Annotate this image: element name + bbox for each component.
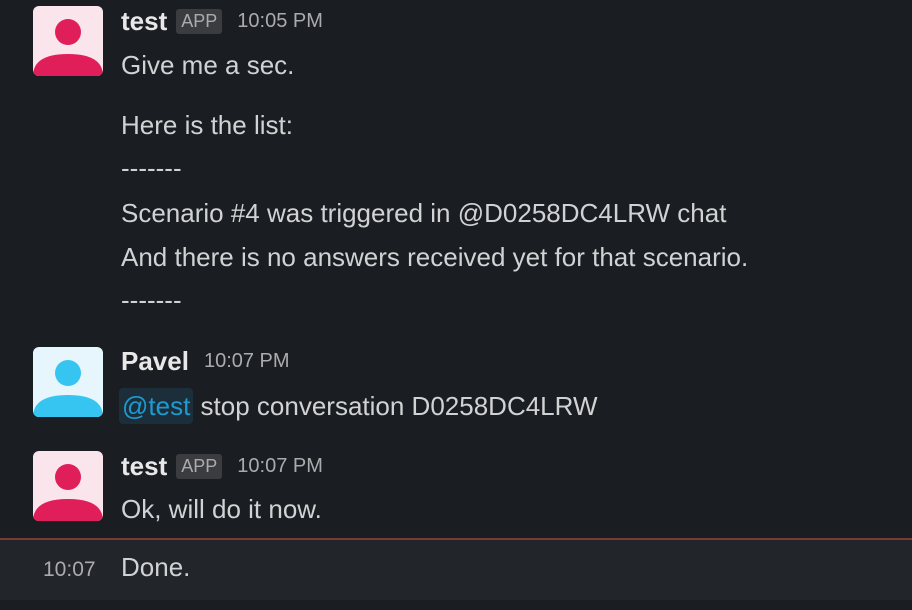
sender-name[interactable]: Pavel [121, 346, 189, 376]
default-person-avatar-icon [33, 451, 103, 521]
avatar-pavel[interactable] [33, 347, 103, 417]
sender-name[interactable]: test [121, 451, 167, 481]
timestamp[interactable]: 10:07 PM [204, 346, 290, 376]
user-mention[interactable]: @test [119, 388, 194, 424]
default-person-avatar-icon [33, 347, 103, 417]
message-text: Ok, will do it now. [121, 494, 322, 524]
message-row-hovered[interactable]: 10:07 Done. [0, 540, 912, 600]
timestamp[interactable]: 10:07 [43, 558, 96, 582]
avatar-test[interactable] [33, 6, 103, 76]
message-text: @test stop conversation D0258DC4LRW [119, 388, 598, 424]
message-body: stop conversation D0258DC4LRW [193, 391, 598, 421]
app-badge: APP [176, 8, 223, 34]
message-text: Scenario #4 was triggered in @D0258DC4LR… [121, 198, 727, 228]
message-header: Pavel 10:07 PM [121, 346, 290, 376]
message-text: Done. [121, 552, 191, 582]
message-header: test APP 10:05 PM [121, 6, 323, 36]
message-text: Here is the list: [121, 110, 293, 140]
avatar-test[interactable] [33, 451, 103, 521]
message-text: ------- [121, 285, 182, 315]
timestamp[interactable]: 10:05 PM [237, 6, 323, 36]
app-badge: APP [176, 453, 223, 479]
message-text: Give me a sec. [121, 50, 295, 80]
message-list: test APP 10:05 PM Give me a sec. Here is… [0, 0, 912, 610]
message-text: ------- [121, 153, 182, 183]
sender-name[interactable]: test [121, 6, 167, 36]
message-text: And there is no answers received yet for… [121, 242, 749, 272]
default-person-avatar-icon [33, 6, 103, 76]
timestamp[interactable]: 10:07 PM [237, 451, 323, 481]
message-header: test APP 10:07 PM [121, 451, 323, 481]
